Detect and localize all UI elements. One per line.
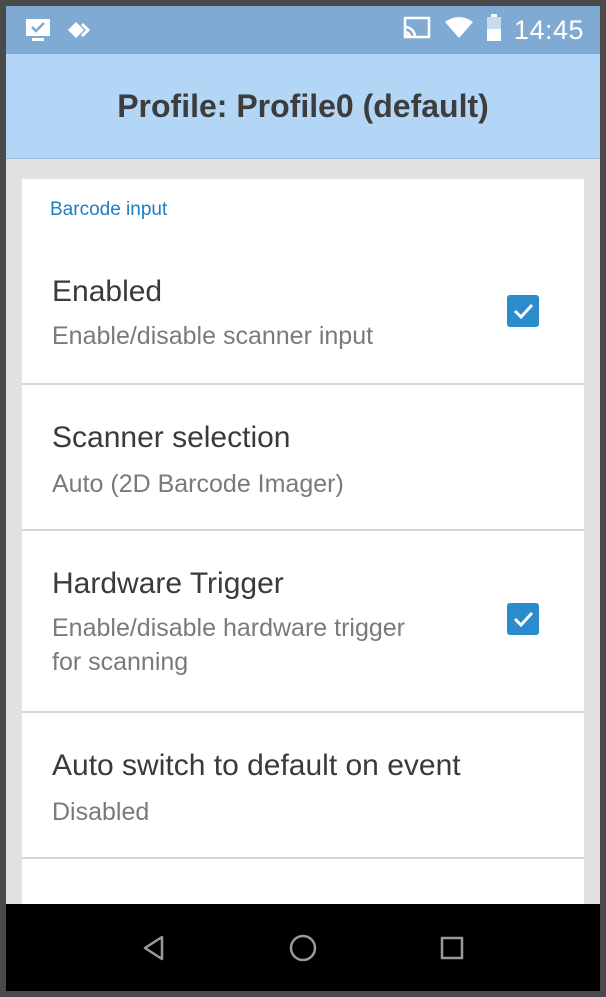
back-button[interactable] xyxy=(132,926,176,970)
notification-icon xyxy=(24,16,52,49)
status-time: 14:45 xyxy=(513,14,584,45)
setting-subtitle: Enable/disable hardware trigger for scan… xyxy=(52,614,405,676)
app-bar: Profile: Profile0 (default) xyxy=(6,54,600,159)
status-bar-left xyxy=(24,16,100,49)
checkmark-icon xyxy=(513,611,534,628)
wifi-icon xyxy=(444,16,474,45)
setting-title: Hardware Trigger xyxy=(52,567,284,600)
settings-content[interactable]: Barcode input Enabled Enable/disable sca… xyxy=(6,159,600,919)
navigation-bar xyxy=(6,904,600,991)
enabled-checkbox[interactable] xyxy=(507,295,539,327)
status-bar: 14:45 xyxy=(6,6,600,54)
setting-title: Enabled xyxy=(52,275,163,308)
setting-row-auto-switch[interactable]: Auto switch to default on event Disabled xyxy=(22,713,584,859)
recents-button[interactable] xyxy=(430,926,474,970)
section-header: Barcode input xyxy=(50,199,168,220)
setting-title: Auto switch to default on event xyxy=(52,749,461,782)
cast-icon xyxy=(402,15,432,46)
setting-subtitle: Enable/disable scanner input xyxy=(52,322,374,350)
hardware-trigger-checkbox[interactable] xyxy=(507,603,539,635)
page-title: Profile: Profile0 (default) xyxy=(117,87,489,124)
back-icon xyxy=(143,935,164,961)
settings-card: Barcode input Enabled Enable/disable sca… xyxy=(22,179,584,919)
home-button[interactable] xyxy=(281,926,325,970)
setting-row-hardware-trigger[interactable]: Hardware Trigger Enable/disable hardware… xyxy=(22,531,584,713)
home-icon xyxy=(289,934,317,962)
checkmark-icon xyxy=(513,303,534,320)
recents-icon xyxy=(440,936,464,960)
battery-icon xyxy=(486,13,502,47)
setting-row-enabled[interactable]: Enabled Enable/disable scanner input xyxy=(22,241,584,385)
status-bar-right: 14:45 xyxy=(402,12,584,48)
setting-subtitle: Disabled xyxy=(52,798,150,826)
setting-subtitle: Auto (2D Barcode Imager) xyxy=(52,470,344,498)
device-screen: 14:45 Profile: Profile0 (default) Barcod… xyxy=(6,6,600,991)
setting-row-scanner-selection[interactable]: Scanner selection Auto (2D Barcode Image… xyxy=(22,385,584,531)
app-icon xyxy=(66,18,100,47)
setting-title: Scanner selection xyxy=(52,421,291,454)
